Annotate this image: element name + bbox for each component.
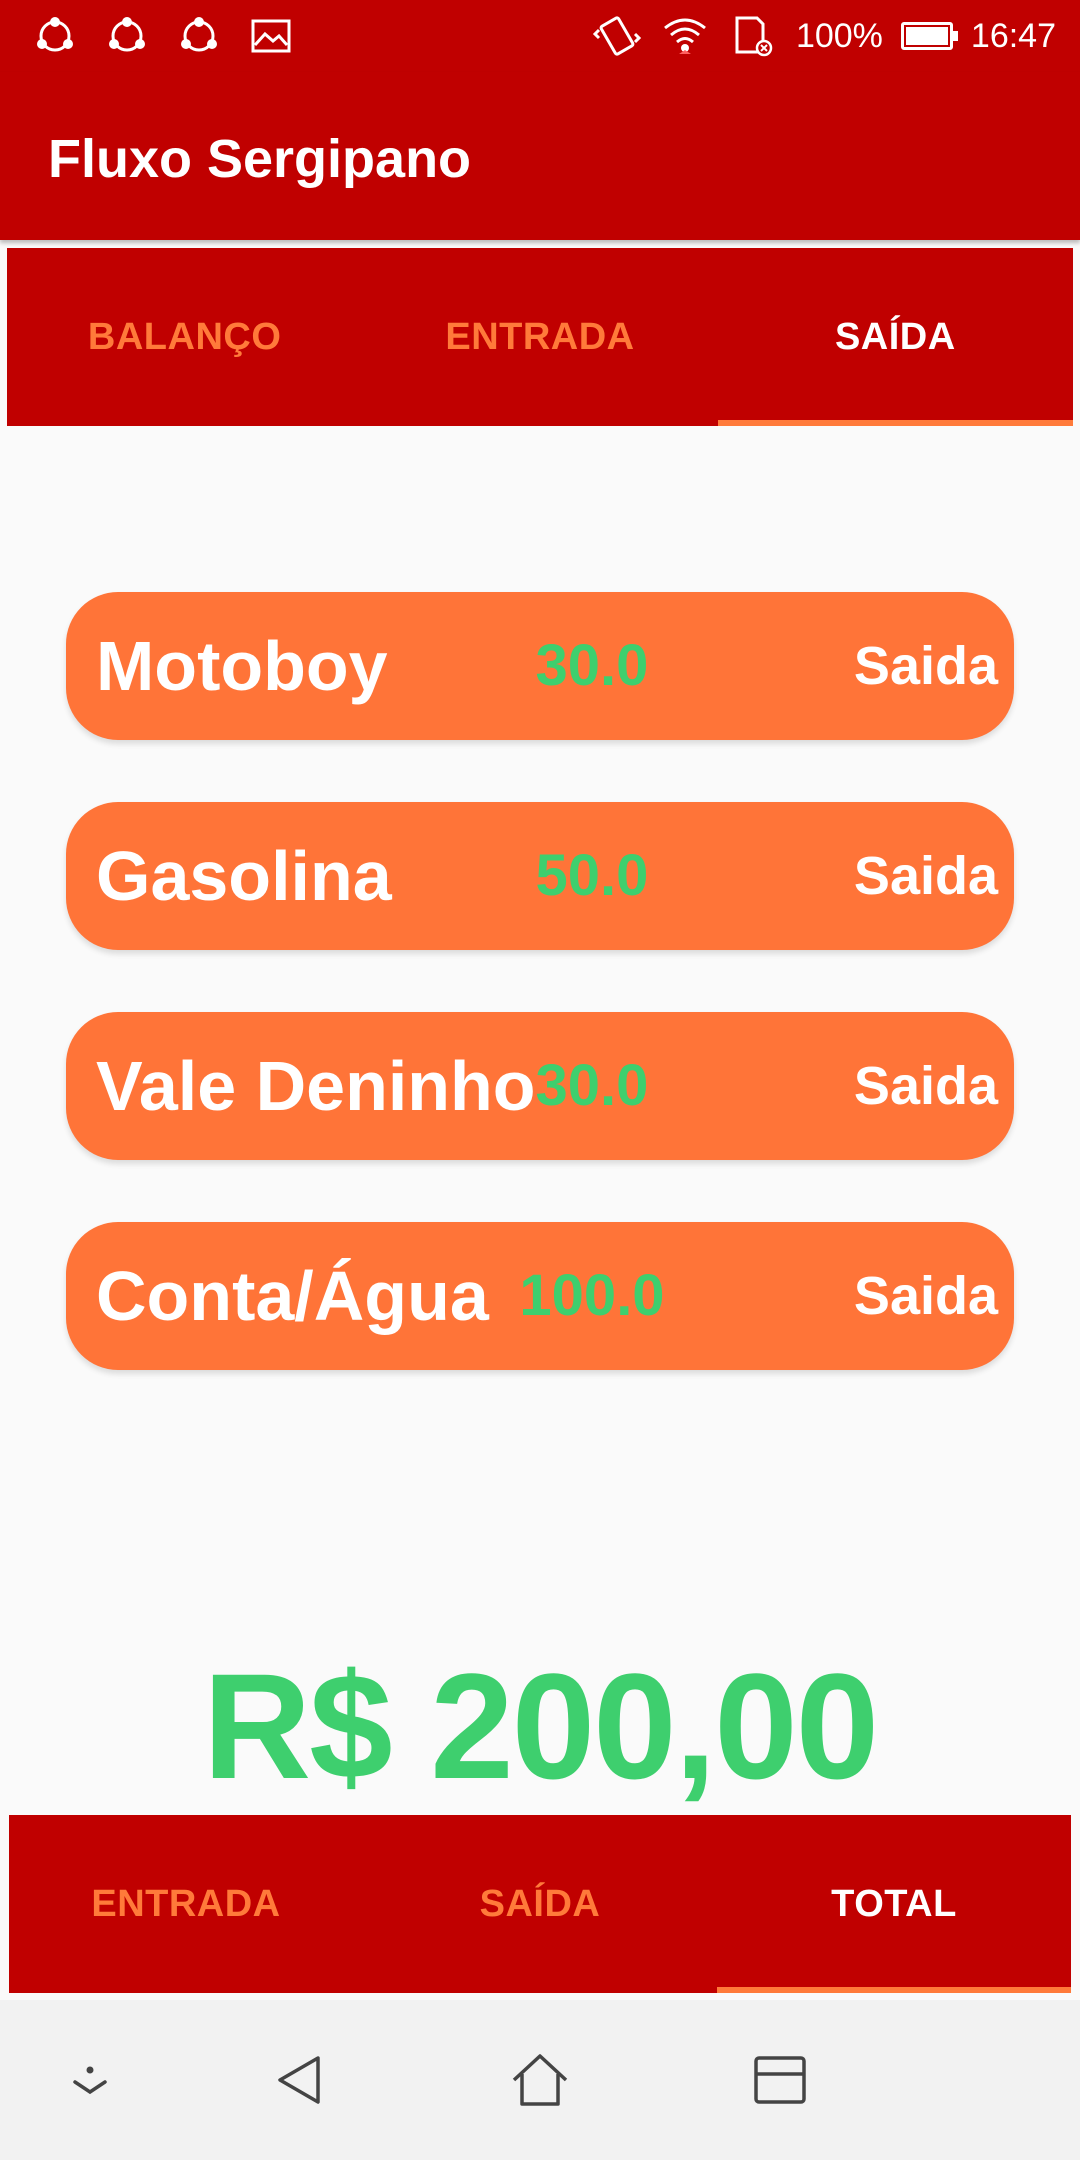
battery-icon [900,22,958,50]
app-bar: Fluxo Sergipano [0,72,1080,240]
item-type: Saida [853,636,998,696]
list-item[interactable]: Conta/Água 100.0 Saida [66,1222,1014,1370]
tab-saida-bottom[interactable]: SAÍDA [363,1815,717,1993]
app-title: Fluxo Sergipano [48,129,472,189]
battery-level [905,27,948,45]
home-icon[interactable] [500,2040,580,2120]
tab-balanco[interactable]: BALANÇO [7,248,362,426]
image-icon [246,14,296,58]
item-type: Saida [853,1266,998,1326]
recents-icon[interactable] [740,2040,820,2120]
list-item[interactable]: Motoboy 30.0 Saida [66,592,1014,740]
item-value: 100.0 [519,1263,665,1328]
item-value: 30.0 [535,1053,649,1118]
item-name: Conta/Água [96,1257,489,1335]
total-amount: R$ 200,00 [202,1642,879,1810]
list-item[interactable]: Gasolina 50.0 Saida [66,802,1014,950]
share-icon [102,14,152,58]
tab-entrada-bottom[interactable]: ENTRADA [9,1815,363,1993]
clock: 16:47 [970,16,1056,55]
sd-card-icon [728,14,778,58]
item-name: Gasolina [96,837,392,915]
chevron-down-icon[interactable] [50,2040,130,2120]
item-type: Saida [853,1056,998,1116]
navigation-bar [0,2000,1080,2160]
list-item[interactable]: Vale Deninho 30.0 Saida [66,1012,1014,1160]
tab-entrada[interactable]: ENTRADA [362,248,717,426]
tab-saida[interactable]: SAÍDA [717,248,1074,426]
item-name: Vale Deninho [96,1047,536,1125]
share-icon [30,14,80,58]
back-icon[interactable] [260,2040,340,2120]
battery-percent: 100% [795,16,883,55]
expense-list: Motoboy 30.0 Saida Gasolina 50.0 Saida V… [66,592,1014,1432]
item-type: Saida [853,846,998,906]
status-bar: 100% 16:47 [0,0,1080,72]
vibrate-icon [592,14,642,58]
wifi-icon [660,14,710,58]
item-value: 30.0 [535,633,649,698]
share-icon [174,14,224,58]
top-tab-bar: BALANÇO ENTRADA SAÍDA [7,248,1074,426]
bottom-tab-bar: ENTRADA SAÍDA TOTAL [9,1815,1071,1993]
item-name: Motoboy [96,627,388,705]
tab-total-bottom[interactable]: TOTAL [717,1815,1071,1993]
item-value: 50.0 [535,843,649,908]
